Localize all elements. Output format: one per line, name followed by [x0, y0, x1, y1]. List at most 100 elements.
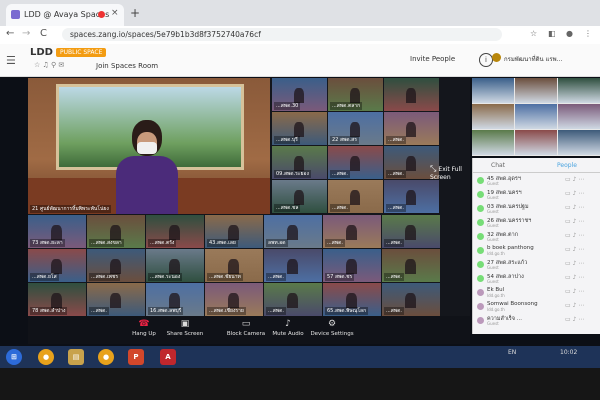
- participant-tile[interactable]: ...สพด.30: [272, 78, 327, 111]
- participant-tile[interactable]: ...สพด.: [87, 283, 145, 316]
- participant-tile[interactable]: ...สพด.: [323, 215, 381, 248]
- participant-list-item[interactable]: 26 สพด.นครราชฯ Guest ▭ ♪ ⋯: [477, 217, 597, 229]
- side-video-thumbnail[interactable]: [515, 78, 557, 103]
- side-video-thumbnail[interactable]: [472, 130, 514, 155]
- participant-status-icons[interactable]: ▭ ♪ ⋯: [565, 288, 584, 295]
- participant-tile[interactable]: 43.สพด.เลย: [205, 215, 263, 248]
- hang-up-button[interactable]: ☎ Hang Up: [124, 319, 164, 337]
- avatar: [477, 275, 484, 282]
- participant-tile[interactable]: ...สพด.: [264, 249, 322, 282]
- participant-list-item[interactable]: 27 สพด.สระแก้ว Guest ▭ ♪ ⋯: [477, 259, 597, 271]
- acrobat-icon[interactable]: A: [160, 349, 176, 365]
- participant-tile[interactable]: ...สพด.: [384, 112, 439, 145]
- new-tab-button[interactable]: +: [130, 6, 140, 20]
- participant-status-icons[interactable]: ▭ ♪ ⋯: [565, 190, 584, 197]
- participant-tile[interactable]: 73 สพด.ยะลา: [28, 215, 86, 248]
- participant-list-item[interactable]: Somwai Boonsong ldd.go.th ▭ ♪ ⋯: [477, 301, 597, 313]
- invite-people-button[interactable]: Invite People: [410, 55, 455, 63]
- file-explorer-icon[interactable]: ▤: [68, 349, 84, 365]
- participant-tile[interactable]: 09.สพด.ระยอง: [272, 146, 327, 179]
- header-action-icons[interactable]: ☆ ♫ ⚲ ✉: [34, 61, 64, 69]
- participant-tile[interactable]: ...สพด.: [382, 249, 440, 282]
- participant-status-icons[interactable]: ▭ ♪ ⋯: [565, 302, 584, 309]
- url-field[interactable]: spaces.zang.io/spaces/5e79b1b3d8f3752740…: [62, 28, 502, 41]
- participant-status-icons[interactable]: ▭ ♪ ⋯: [565, 204, 584, 211]
- chrome-window-icon[interactable]: ●: [98, 349, 114, 365]
- tab-people[interactable]: People: [557, 162, 577, 169]
- main-video[interactable]: 21 ศูนย์พัฒนาการหิ้มพิพระพันโน่ยง: [28, 78, 270, 214]
- tab-close-icon[interactable]: ×: [111, 8, 119, 18]
- participant-tile[interactable]: 78 สพด.ลำปาง: [28, 283, 86, 316]
- side-video-thumbnail[interactable]: [558, 104, 600, 129]
- profile-icon[interactable]: ●: [566, 29, 573, 38]
- side-video-thumbnail[interactable]: [472, 104, 514, 129]
- participant-tile[interactable]: ...สพด.: [382, 283, 440, 316]
- participant-list-item[interactable]: 45 สพด.อุดรฯ Guest ▭ ♪ ⋯: [477, 175, 597, 187]
- participant-list-item[interactable]: Ek Bul ldd.go.th ▭ ♪ ⋯: [477, 287, 597, 299]
- share-screen-button[interactable]: ▣ Share Screen: [164, 319, 206, 337]
- participant-tile[interactable]: ...สพด.สงขลา: [87, 215, 145, 248]
- tab-chat[interactable]: Chat: [491, 162, 505, 169]
- participant-tile[interactable]: ลพท.อด: [264, 215, 322, 248]
- side-video-thumbnail[interactable]: [515, 104, 557, 129]
- participant-tile[interactable]: ...สพด.ตรัง: [146, 215, 204, 248]
- participant-tile[interactable]: ...สพด.บุรี: [272, 112, 327, 145]
- participant-tile[interactable]: ...สพด.: [264, 283, 322, 316]
- side-video-thumbnail[interactable]: [558, 130, 600, 155]
- participant-list-item[interactable]: 54 สพด.ลาปาง Guest ▭ ♪ ⋯: [477, 273, 597, 285]
- participant-list-item[interactable]: 03 สพด.นครปฐม Guest ▭ ♪ ⋯: [477, 203, 597, 215]
- reload-button[interactable]: C: [40, 28, 47, 39]
- participant-tile[interactable]: 16.สพด.ลพบุรี: [146, 283, 204, 316]
- side-video-thumbnail[interactable]: [515, 130, 557, 155]
- side-video-thumbnail[interactable]: [558, 78, 600, 103]
- participant-status-icons[interactable]: ▭ ♪ ⋯: [565, 218, 584, 225]
- participant-tile[interactable]: ...สพด.: [384, 180, 439, 213]
- participant-list-item[interactable]: 32 สพด.ตาก Guest ▭ ♪ ⋯: [477, 231, 597, 243]
- participant-status-icons[interactable]: ▭ ♪ ⋯: [565, 316, 584, 323]
- participant-tile[interactable]: ...สพด.: [328, 146, 383, 179]
- mute-audio-button[interactable]: ♪ Mute Audio: [270, 319, 306, 337]
- back-button[interactable]: ←: [6, 28, 14, 39]
- start-button-icon[interactable]: ⊞: [6, 349, 22, 365]
- participant-list-item[interactable]: 19 สพด.นครฯ Guest ▭ ♪ ⋯: [477, 189, 597, 201]
- extension-icon[interactable]: ◧: [548, 29, 556, 38]
- join-spaces-room-link[interactable]: Join Spaces Room: [96, 62, 158, 70]
- bookmark-star-icon[interactable]: ☆: [530, 29, 537, 38]
- side-video-thumbnail[interactable]: [472, 78, 514, 103]
- participant-tile[interactable]: 57 สพด.ชร: [323, 249, 381, 282]
- powerpoint-icon[interactable]: P: [128, 349, 144, 365]
- participant-tile[interactable]: Exit Full Screen: [384, 78, 439, 111]
- participant-status-icons[interactable]: ▭ ♪ ⋯: [565, 232, 584, 239]
- participant-tile[interactable]: 65.สพด.พิษณุโลก: [323, 283, 381, 316]
- exit-fullscreen-button[interactable]: ⤡ Exit Full Screen: [430, 164, 470, 181]
- participant-caption: ...สพด.ระนอง: [148, 273, 183, 281]
- forward-button[interactable]: →: [22, 28, 30, 39]
- device-settings-button[interactable]: ⚙ Device Settings: [310, 319, 354, 337]
- hamburger-menu-icon[interactable]: ☰: [6, 54, 16, 67]
- participant-tile[interactable]: ...สพด.ตลาก: [328, 78, 383, 111]
- participant-caption: 65.สพด.พิษณุโลก: [325, 307, 369, 315]
- participant-tile[interactable]: ...สพด.: [382, 215, 440, 248]
- participant-status-icons[interactable]: ▭ ♪ ⋯: [565, 176, 584, 183]
- participant-tile[interactable]: ...สพด.ชล: [272, 180, 327, 213]
- user-menu[interactable]: กรมพัฒนาที่ดิน แรพ...: [492, 53, 562, 64]
- participant-tile[interactable]: ...สพด.เพชร: [87, 249, 145, 282]
- block-camera-button[interactable]: ▭ Block Camera: [224, 319, 268, 337]
- participant-status-icons[interactable]: ▭ ♪ ⋯: [565, 260, 584, 267]
- participant-tile[interactable]: ...สพด.ยโส: [28, 249, 86, 282]
- speaker-body: [116, 156, 178, 214]
- participant-tile[interactable]: 22 สพด.สร: [328, 112, 383, 145]
- participant-status-icons[interactable]: ▭ ♪ ⋯: [565, 246, 584, 253]
- participant-tile[interactable]: ...สพด.เชียงราย: [205, 283, 263, 316]
- browser-tab[interactable]: LDD @ Avaya Spaces ×: [6, 4, 124, 26]
- browser-menu-icon[interactable]: ⋮: [584, 29, 592, 38]
- participant-tile[interactable]: ...สพด.ระนอง: [146, 249, 204, 282]
- participant-tile[interactable]: ...สพด.: [328, 180, 383, 213]
- participant-tile[interactable]: ...สพด.ชัยนาท: [205, 249, 263, 282]
- chrome-icon[interactable]: ●: [38, 349, 54, 365]
- participant-list-item[interactable]: ความสำเร็จ ... Guest ▭ ♪ ⋯: [477, 315, 597, 327]
- participant-list-item[interactable]: b boek panthong ldd.go.th ▭ ♪ ⋯: [477, 245, 597, 257]
- language-indicator[interactable]: EN: [508, 349, 516, 356]
- participant-status-icons[interactable]: ▭ ♪ ⋯: [565, 274, 584, 281]
- info-icon[interactable]: i: [479, 53, 493, 67]
